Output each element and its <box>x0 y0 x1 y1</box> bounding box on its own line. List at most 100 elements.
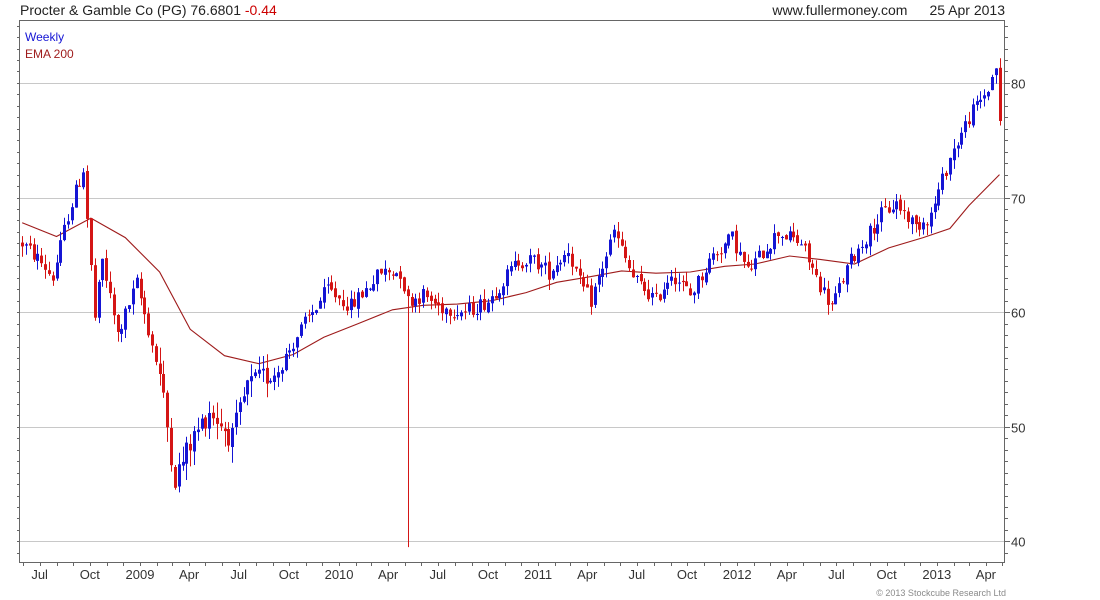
y-tick-label: 40 <box>1011 535 1025 550</box>
candle-body <box>491 296 494 304</box>
candle-body <box>796 235 799 243</box>
candle-body <box>334 288 337 298</box>
candle-body <box>613 229 616 238</box>
candle-body <box>422 289 425 303</box>
candle-body <box>308 314 311 316</box>
candle-body <box>399 271 402 279</box>
candle-body <box>75 184 78 208</box>
x-tick-label: 2009 <box>126 567 155 582</box>
candle-body <box>949 157 952 175</box>
candles-layer <box>21 58 1002 548</box>
candle-body <box>40 255 43 264</box>
candle-body <box>739 251 742 255</box>
candle-body <box>98 281 101 318</box>
candle-body <box>762 250 765 258</box>
candle-body <box>453 317 456 319</box>
candle-body <box>67 221 70 225</box>
candle-body <box>766 251 769 259</box>
candle-body <box>995 68 998 76</box>
candle-body <box>521 265 524 269</box>
candle-body <box>151 334 154 346</box>
candle-body <box>716 254 719 256</box>
candle-body <box>983 95 986 99</box>
candle-body <box>120 328 123 334</box>
candle-body <box>243 396 246 402</box>
candle-body <box>21 242 24 247</box>
candle-body <box>922 222 925 230</box>
candle-body <box>372 284 375 291</box>
candle-body <box>258 369 261 374</box>
candle-body <box>601 268 604 277</box>
candle-body <box>823 287 826 291</box>
candle-body <box>865 244 868 249</box>
candle-body <box>636 276 639 277</box>
candle-body <box>533 255 536 257</box>
copyright-notice: © 2013 Stockcube Research Ltd <box>876 588 1006 598</box>
x-tick-label: Jul <box>31 567 48 582</box>
candle-body <box>552 270 555 279</box>
candle-body <box>525 264 528 267</box>
candle-body <box>113 294 116 316</box>
candle-body <box>479 299 482 313</box>
candle-body <box>472 302 475 315</box>
candle-body <box>876 224 879 234</box>
y-tick-label: 70 <box>1011 192 1025 207</box>
candle-body <box>960 132 963 145</box>
y-tick-label: 80 <box>1011 77 1025 92</box>
candle-body <box>819 276 822 293</box>
candle-body <box>785 235 788 240</box>
candle-body <box>136 277 139 289</box>
candle-body <box>502 286 505 296</box>
candle-body <box>769 248 772 254</box>
candle-body <box>559 262 562 265</box>
candle-body <box>460 312 463 317</box>
candle-body <box>456 315 459 317</box>
candle-body <box>311 312 314 315</box>
x-tick-label: Apr <box>777 567 798 582</box>
candle-body <box>90 218 93 265</box>
candle-body <box>708 258 711 273</box>
candle-body <box>957 145 960 149</box>
candle-body <box>388 270 391 273</box>
candle-body <box>930 212 933 227</box>
candle-body <box>59 240 62 263</box>
candle-body <box>773 233 776 250</box>
candle-body <box>811 263 814 268</box>
candle-body <box>414 298 417 306</box>
x-tick-label: Oct <box>677 567 698 582</box>
candle-body <box>663 289 666 299</box>
candle-body <box>934 203 937 213</box>
candle-body <box>411 297 414 306</box>
candle-body <box>529 255 532 264</box>
candle-body <box>953 148 956 161</box>
candle-body <box>292 348 295 352</box>
candle-body <box>510 266 513 272</box>
candle-body <box>731 231 734 237</box>
candle-body <box>174 467 177 488</box>
candle-body <box>517 260 520 266</box>
candle-body <box>884 206 887 208</box>
candle-body <box>246 380 249 395</box>
candle-body <box>999 67 1002 121</box>
candle-body <box>63 224 66 241</box>
candle-body <box>117 315 120 332</box>
candle-body <box>483 299 486 310</box>
candle-body <box>208 413 211 429</box>
candle-body <box>968 121 971 125</box>
candle-body <box>159 363 162 374</box>
candle-body <box>319 300 322 309</box>
candle-body <box>964 121 967 133</box>
x-axis: Jul Oct 2009 Apr Jul Oct 2010 Apr Jul Oct 2011 Apr J… <box>23 562 1003 582</box>
candle-body <box>991 77 994 91</box>
candle-body <box>365 288 368 297</box>
candle-body <box>651 293 654 298</box>
candle-body <box>945 172 948 176</box>
x-tick-label: Apr <box>577 567 598 582</box>
candle-body <box>395 273 398 277</box>
candle-body <box>556 265 559 273</box>
candle-body <box>567 253 570 257</box>
candle-body <box>101 258 104 281</box>
candle-body <box>94 265 97 318</box>
candle-body <box>579 268 582 276</box>
candle-body <box>418 298 421 304</box>
